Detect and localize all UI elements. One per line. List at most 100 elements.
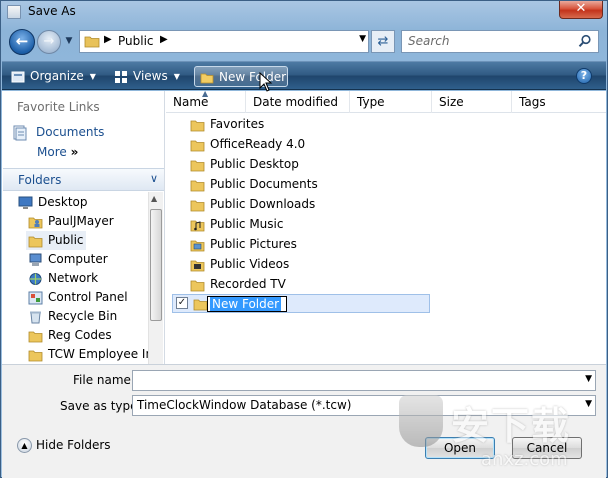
tree-item-pauljmayer[interactable]: PaulJMayer xyxy=(28,212,114,231)
tree-item-recycle-bin[interactable]: Recycle Bin xyxy=(28,307,117,326)
list-item-label: Recorded TV xyxy=(210,277,286,291)
search-icon[interactable] xyxy=(578,34,592,48)
organize-button[interactable]: Organize ▼ xyxy=(11,66,96,87)
open-button[interactable]: Open xyxy=(425,437,495,459)
list-item-recorded-tv[interactable]: Recorded TV xyxy=(190,275,286,294)
refresh-button[interactable]: ⇄ xyxy=(371,30,395,53)
favorites-folder-icon xyxy=(190,120,205,131)
file-name-field[interactable]: ▼ xyxy=(132,370,596,391)
favorite-link-documents[interactable]: Documents xyxy=(12,123,104,141)
list-item-label: Public Music xyxy=(210,217,284,231)
address-dropdown-icon[interactable]: ▼ xyxy=(359,34,366,44)
list-item-public-downloads[interactable]: Public Downloads xyxy=(190,195,315,214)
control-panel-icon xyxy=(28,291,43,304)
close-button[interactable]: ✕ xyxy=(559,1,603,19)
documents-icon xyxy=(13,125,27,140)
save-form: File name: ▼ Save as type: TimeClockWind… xyxy=(2,364,606,478)
column-header-tags[interactable]: Tags xyxy=(512,91,606,113)
tree-scrollbar[interactable]: ▲ xyxy=(148,192,163,364)
list-item-public-videos[interactable]: Public Videos xyxy=(190,255,289,274)
music-folder-icon xyxy=(190,220,205,231)
list-item-public-pictures[interactable]: Public Pictures xyxy=(190,235,297,254)
tree-item-tcw-employee-int[interactable]: TCW Employee Int xyxy=(28,345,148,364)
favorite-links-header: Favorite Links xyxy=(17,100,100,114)
breadcrumb-chevron-icon[interactable]: ▶ xyxy=(160,34,168,45)
organize-label: Organize xyxy=(30,69,84,83)
column-header-size[interactable]: Size xyxy=(432,91,512,113)
list-item-favorites[interactable]: Favorites xyxy=(190,115,264,134)
organize-icon xyxy=(11,71,25,82)
views-label: Views xyxy=(133,69,168,83)
more-link[interactable]: More » xyxy=(37,145,78,159)
column-header-date-modified[interactable]: Date modified xyxy=(246,91,350,113)
mouse-cursor-icon xyxy=(259,72,273,92)
tree-item-computer[interactable]: Computer xyxy=(28,250,108,269)
folder-icon xyxy=(190,180,205,191)
tree-item-reg-codes[interactable]: Reg Codes xyxy=(28,326,112,345)
rename-input[interactable]: New Folder xyxy=(207,296,287,312)
tree-item-label: Public xyxy=(48,233,84,247)
views-button[interactable]: Views ▼ xyxy=(114,66,180,87)
chevron-down-icon: ∨ xyxy=(149,172,158,185)
column-label: Type xyxy=(357,95,385,109)
breadcrumb-public[interactable]: Public xyxy=(118,34,154,48)
column-label: Date modified xyxy=(253,95,339,109)
list-item-label: Public Documents xyxy=(210,177,318,191)
tree-item-network[interactable]: Network xyxy=(28,269,98,288)
tree-item-label: Control Panel xyxy=(48,290,128,304)
list-item-officeready[interactable]: OfficeReady 4.0 xyxy=(190,135,305,154)
folders-label: Folders xyxy=(18,173,62,187)
column-label: Size xyxy=(439,95,464,109)
scroll-up-icon[interactable]: ▲ xyxy=(151,194,157,203)
search-input[interactable]: Search xyxy=(401,30,599,53)
help-button[interactable]: ? xyxy=(576,68,592,84)
column-header-type[interactable]: Type xyxy=(350,91,432,113)
navigation-pane: Favorite Links Documents More » Folders … xyxy=(2,91,165,364)
column-header-name[interactable]: ▲ Name xyxy=(166,89,246,113)
scroll-thumb[interactable] xyxy=(150,209,162,321)
list-item-label: Public Pictures xyxy=(210,237,297,251)
list-item-label: Public Downloads xyxy=(210,197,316,211)
list-item-public-documents[interactable]: Public Documents xyxy=(190,175,318,194)
folders-header[interactable]: Folders ∨ xyxy=(3,168,164,191)
save-as-type-select[interactable]: TimeClockWindow Database (*.tcw) ▼ xyxy=(132,395,596,416)
address-bar[interactable]: ▶ Public ▶ ▼ xyxy=(79,30,369,53)
recent-pages-dropdown[interactable]: ▼ xyxy=(63,35,75,47)
search-placeholder: Search xyxy=(408,34,450,48)
list-item-public-music[interactable]: Public Music xyxy=(190,215,283,234)
list-item-label: OfficeReady 4.0 xyxy=(210,137,306,151)
tree-item-public[interactable]: Public xyxy=(26,231,86,250)
folder-icon xyxy=(28,350,43,361)
forward-button[interactable]: → xyxy=(37,30,61,54)
chevron-down-icon[interactable]: ▼ xyxy=(585,374,592,384)
chevron-down-icon: ▼ xyxy=(173,71,180,81)
item-checkbox[interactable]: ✓ xyxy=(176,297,188,309)
cancel-button[interactable]: Cancel xyxy=(512,437,582,459)
folder-icon xyxy=(193,299,208,311)
favorite-link-label: Documents xyxy=(36,125,105,139)
chevron-down-icon[interactable]: ▼ xyxy=(585,399,592,409)
folder-tree: Desktop PaulJMayer Public Computer Netwo… xyxy=(2,192,148,364)
collapse-icon: ▲ xyxy=(17,438,32,453)
folder-icon xyxy=(190,160,205,171)
file-list-pane: ▲ Name Date modified Type Size Tags Favo… xyxy=(166,89,606,364)
breadcrumb-chevron-icon[interactable]: ▶ xyxy=(104,34,112,45)
tree-item-control-panel[interactable]: Control Panel xyxy=(28,288,128,307)
tree-item-desktop[interactable]: Desktop xyxy=(18,193,88,212)
file-name-label: File name: xyxy=(73,373,135,387)
list-item-public-desktop[interactable]: Public Desktop xyxy=(190,155,299,174)
desktop-icon xyxy=(18,196,33,209)
tree-item-label: Recycle Bin xyxy=(48,309,118,323)
new-folder-label: New Folder xyxy=(219,70,287,84)
dialog-icon xyxy=(7,5,21,19)
column-headers: ▲ Name Date modified Type Size Tags xyxy=(166,89,606,113)
hide-folders-label: Hide Folders xyxy=(36,438,111,452)
list-item-new-folder[interactable]: ✓ New Folder xyxy=(172,294,430,313)
back-button[interactable]: ← xyxy=(9,29,35,55)
tree-item-label: Computer xyxy=(48,252,108,266)
title-bar: Save As ✕ xyxy=(1,1,607,23)
pictures-folder-icon xyxy=(190,240,205,251)
address-row: ← → ▼ ▶ Public ▶ ▼ ⇄ Search xyxy=(1,25,607,59)
videos-folder-icon xyxy=(190,260,205,271)
hide-folders-button[interactable]: ▲ Hide Folders xyxy=(17,438,111,453)
